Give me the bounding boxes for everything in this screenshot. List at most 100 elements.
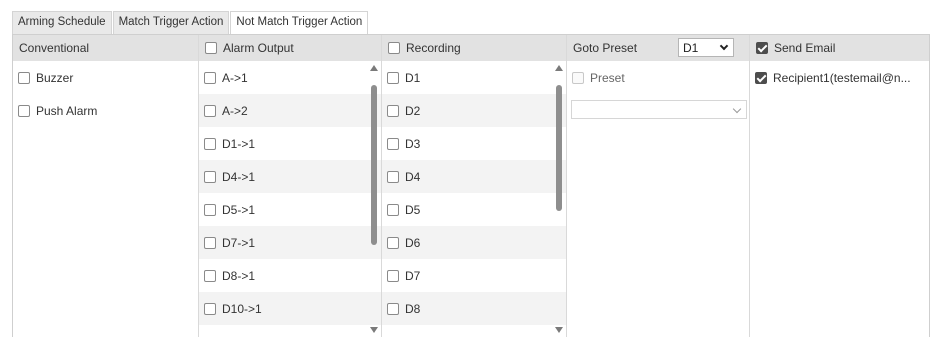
alarm-output-header: Alarm Output: [199, 35, 381, 61]
conventional-header-label: Conventional: [19, 41, 90, 55]
conventional-list: Buzzer Push Alarm: [13, 61, 198, 127]
list-item[interactable]: Recipient1(testemail@n...: [750, 61, 929, 94]
tab-match-trigger-action[interactable]: Match Trigger Action: [112, 11, 230, 34]
list-item[interactable]: Push Alarm: [13, 94, 198, 127]
preset-channel-value: D1: [683, 40, 699, 55]
alarm-output-header-label: Alarm Output: [223, 41, 294, 55]
send-email-column: Send Email Recipient1(testemail@n...: [750, 35, 929, 337]
recording-list: D1 D2 D3 D4 D5 D6 D7 D8: [382, 61, 566, 325]
list-item[interactable]: Buzzer: [13, 61, 198, 94]
list-item[interactable]: D8->1: [199, 259, 381, 292]
recording-label: D3: [405, 136, 421, 151]
alarm-output-checkbox[interactable]: [204, 170, 216, 183]
conventional-header: Conventional: [13, 35, 198, 61]
list-item[interactable]: A->2: [199, 94, 381, 127]
list-item[interactable]: D7: [382, 259, 566, 292]
recording-checkbox[interactable]: [387, 269, 399, 282]
recording-label: D8: [405, 301, 421, 316]
chevron-down-icon: [732, 104, 742, 114]
list-item[interactable]: Preset: [567, 61, 749, 94]
preset-number-select[interactable]: [571, 100, 747, 119]
recording-checkbox[interactable]: [387, 236, 399, 249]
alarm-output-checkbox[interactable]: [204, 104, 216, 117]
send-email-select-all-checkbox[interactable]: [756, 42, 768, 54]
alarm-output-column: Alarm Output A->1 A->2 D1->1 D4->1 D5->1…: [199, 35, 382, 337]
recording-checkbox[interactable]: [387, 302, 399, 315]
alarm-output-checkbox[interactable]: [204, 269, 216, 282]
tab-bar: Arming Schedule Match Trigger Action Not…: [12, 11, 369, 35]
recording-checkbox[interactable]: [387, 71, 399, 84]
recording-label: D4: [405, 169, 421, 184]
preset-checkbox[interactable]: [572, 71, 584, 84]
preset-label: Preset: [590, 70, 625, 85]
recording-label: D1: [405, 70, 421, 85]
scroll-down-arrow-icon[interactable]: [555, 327, 563, 333]
recording-checkbox[interactable]: [387, 203, 399, 216]
alarm-output-scrollbar[interactable]: [369, 61, 379, 337]
recording-select-all-checkbox[interactable]: [388, 42, 400, 54]
scrollbar-thumb[interactable]: [371, 85, 377, 245]
recipient-label: Recipient1(testemail@n...: [773, 70, 911, 85]
buzzer-checkbox[interactable]: [18, 71, 30, 84]
send-email-list: Recipient1(testemail@n...: [750, 61, 929, 94]
alarm-output-label: A->1: [222, 70, 248, 85]
list-item[interactable]: D6: [382, 226, 566, 259]
tab-not-match-trigger-action[interactable]: Not Match Trigger Action: [230, 11, 369, 35]
scroll-up-arrow-icon[interactable]: [555, 65, 563, 71]
scroll-down-arrow-icon[interactable]: [370, 327, 378, 333]
recording-header: Recording: [382, 35, 566, 61]
list-item[interactable]: D7->1: [199, 226, 381, 259]
alarm-output-label: A->2: [222, 103, 248, 118]
alarm-output-checkbox[interactable]: [204, 203, 216, 216]
alarm-output-list: A->1 A->2 D1->1 D4->1 D5->1 D7->1 D8->1 …: [199, 61, 381, 325]
recording-scrollbar[interactable]: [554, 61, 564, 337]
list-item[interactable]: D3: [382, 127, 566, 160]
list-item[interactable]: D5: [382, 193, 566, 226]
list-item[interactable]: A->1: [199, 61, 381, 94]
list-item[interactable]: D1: [382, 61, 566, 94]
list-item[interactable]: D10->1: [199, 292, 381, 325]
send-email-header: Send Email: [750, 35, 929, 61]
alarm-output-label: D4->1: [222, 169, 256, 184]
recording-label: D7: [405, 268, 421, 283]
buzzer-label: Buzzer: [36, 70, 74, 85]
recording-label: D2: [405, 103, 421, 118]
alarm-output-checkbox[interactable]: [204, 71, 216, 84]
list-item[interactable]: D2: [382, 94, 566, 127]
list-item[interactable]: D4: [382, 160, 566, 193]
alarm-output-checkbox[interactable]: [204, 137, 216, 150]
list-item[interactable]: D8: [382, 292, 566, 325]
trigger-action-panel: Conventional Buzzer Push Alarm Alarm Out…: [12, 34, 930, 337]
recording-checkbox[interactable]: [387, 104, 399, 117]
alarm-output-select-all-checkbox[interactable]: [205, 42, 217, 54]
conventional-column: Conventional Buzzer Push Alarm: [13, 35, 199, 337]
scroll-up-arrow-icon[interactable]: [370, 65, 378, 71]
recording-checkbox[interactable]: [387, 170, 399, 183]
scrollbar-thumb[interactable]: [556, 85, 562, 211]
send-email-header-label: Send Email: [774, 41, 836, 55]
recording-label: D6: [405, 235, 421, 250]
goto-preset-list: Preset: [567, 61, 749, 94]
push-alarm-label: Push Alarm: [36, 103, 98, 118]
alarm-output-label: D1->1: [222, 136, 256, 151]
push-alarm-checkbox[interactable]: [18, 104, 30, 117]
recording-checkbox[interactable]: [387, 137, 399, 150]
alarm-output-checkbox[interactable]: [204, 236, 216, 249]
list-item[interactable]: D4->1: [199, 160, 381, 193]
recording-label: D5: [405, 202, 421, 217]
recording-column: Recording D1 D2 D3 D4 D5 D6 D7 D8: [382, 35, 567, 337]
chevron-down-icon: [719, 41, 729, 51]
tab-arming-schedule[interactable]: Arming Schedule: [12, 11, 112, 34]
goto-preset-column: Goto Preset D1 Preset: [567, 35, 750, 337]
list-item[interactable]: D1->1: [199, 127, 381, 160]
list-item[interactable]: D5->1: [199, 193, 381, 226]
alarm-output-checkbox[interactable]: [204, 302, 216, 315]
alarm-output-label: D8->1: [222, 268, 256, 283]
recording-header-label: Recording: [406, 41, 461, 55]
alarm-output-label: D5->1: [222, 202, 256, 217]
recipient-checkbox[interactable]: [755, 71, 767, 84]
alarm-output-label: D7->1: [222, 235, 256, 250]
goto-preset-header-label: Goto Preset: [573, 41, 638, 55]
alarm-output-label: D10->1: [222, 301, 262, 316]
preset-channel-select[interactable]: D1: [678, 38, 734, 57]
